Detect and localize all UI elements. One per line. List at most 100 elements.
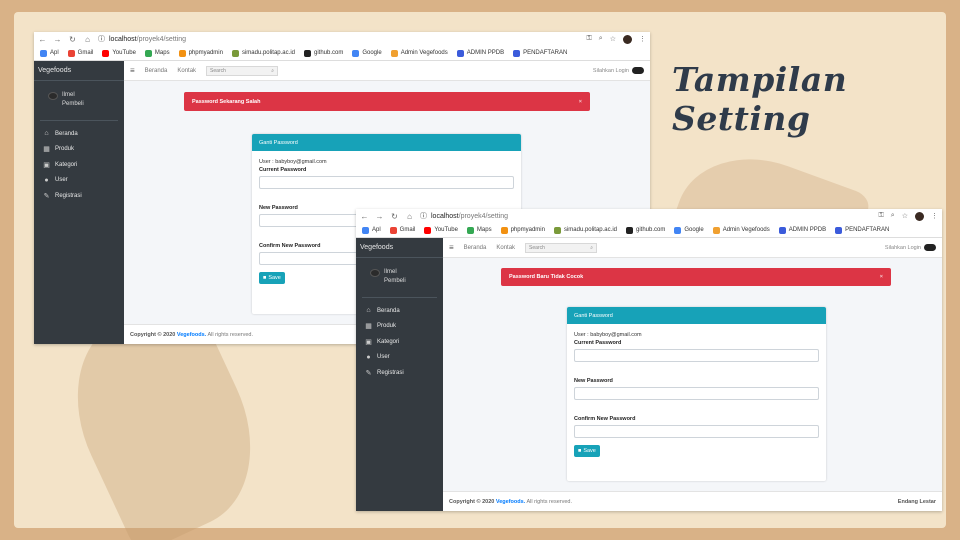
forward-arrow-icon[interactable]: →	[375, 212, 384, 221]
bookmark-label: simadu.politap.ac.id	[241, 50, 295, 56]
menu-dots-icon[interactable]: ⋮	[931, 212, 938, 220]
user-name[interactable]: Ilmel	[384, 268, 406, 277]
search-input[interactable]: Search ⌕	[525, 242, 598, 253]
search-icon[interactable]: ⌕	[271, 68, 274, 74]
bookmark-label: github.com	[313, 50, 344, 56]
sidebar-item-user[interactable]: ● User	[34, 173, 124, 189]
sidebar-item-registrasi[interactable]: ✎ Registrasi	[34, 188, 124, 204]
login-link[interactable]: Silahkan Login	[593, 67, 644, 74]
calendar-icon: ▦	[43, 146, 50, 154]
bookmark-item[interactable]: phpmyadmin	[500, 226, 545, 234]
bookmark-item[interactable]: Maps	[144, 49, 170, 57]
star-icon[interactable]: ☆	[610, 35, 616, 43]
login-link[interactable]: Silahkan Login	[885, 244, 936, 251]
bookmark-item[interactable]: simadu.politap.ac.id	[231, 49, 295, 57]
bookmark-item[interactable]: github.com	[625, 226, 666, 234]
hamburger-icon[interactable]: ≡	[449, 243, 454, 252]
bookmark-item[interactable]: Apl	[362, 226, 381, 234]
github-icon	[625, 226, 633, 234]
profile-avatar[interactable]	[915, 211, 924, 221]
current-password-input[interactable]	[574, 349, 819, 362]
current-password-input[interactable]	[259, 176, 514, 189]
hamburger-icon[interactable]: ≡	[130, 66, 135, 75]
back-arrow-icon[interactable]: ←	[38, 35, 47, 44]
zoom-icon[interactable]: ⌕	[891, 212, 895, 220]
new-password-input[interactable]	[574, 387, 819, 400]
bookmark-item[interactable]: Gmail	[389, 226, 415, 234]
star-icon[interactable]: ☆	[902, 212, 908, 220]
close-icon[interactable]: ×	[579, 99, 582, 105]
sidebar-item-produk[interactable]: ▦ Produk	[34, 142, 124, 158]
key-icon[interactable]: ⚿	[586, 35, 591, 43]
nav-link-home[interactable]: Beranda	[464, 245, 487, 251]
sidebar-item-beranda[interactable]: ⌂ Beranda	[356, 303, 443, 319]
bookmark-item[interactable]: phpmyadmin	[178, 49, 223, 57]
home-icon: ⌂	[366, 307, 371, 315]
bookmark-item[interactable]: github.com	[303, 49, 344, 57]
search-icon[interactable]: ⌕	[590, 245, 593, 251]
sidebar-item-kategori[interactable]: ▣ Kategori	[34, 157, 124, 173]
sidebar-item-label: Produk	[55, 146, 75, 153]
footer-brand-link[interactable]: Vegefoods.	[177, 332, 206, 338]
bookmark-label: github.com	[635, 227, 666, 233]
forward-arrow-icon[interactable]: →	[53, 35, 62, 44]
browser-toolbar: ← → ↻ ⌂ ⓘ localhost/proyek4/setting ⚿ ⌕ …	[356, 209, 942, 223]
sidebar-item-user[interactable]: ● User	[356, 350, 443, 366]
bookmark-item[interactable]: Admin Vegefoods	[712, 226, 770, 234]
user-panel: Ilmel Pembeli	[362, 258, 437, 298]
user-name[interactable]: Ilmel	[62, 91, 84, 100]
menu-dots-icon[interactable]: ⋮	[639, 35, 646, 43]
bookmark-item[interactable]: Google	[674, 226, 704, 234]
bookmark-item[interactable]: Gmail	[67, 49, 93, 57]
reload-icon[interactable]: ↻	[68, 35, 77, 44]
user-email: User : babyboy@gmail.com	[259, 159, 327, 165]
nav-link-contact[interactable]: Kontak	[496, 245, 515, 251]
home-browser-icon[interactable]: ⌂	[83, 35, 92, 44]
sidebar-item-produk[interactable]: ▦ Produk	[356, 319, 443, 335]
bookmark-item[interactable]: YouTube	[424, 226, 458, 234]
nav-link-home[interactable]: Beranda	[145, 68, 168, 74]
top-navbar: ≡ Beranda Kontak Search ⌕ Silahkan Login	[124, 61, 650, 81]
sidebar-brand[interactable]: Vegefoods	[34, 61, 124, 81]
bookmark-item[interactable]: Apl	[40, 49, 59, 57]
slide-title: Tampilan Setting	[672, 60, 848, 138]
bookmarks-bar: Apl Gmail YouTube Maps phpmyadmin simadu.poli…	[34, 46, 650, 61]
profile-avatar[interactable]	[623, 34, 632, 44]
address-bar[interactable]: ⓘ localhost/proyek4/setting	[420, 211, 872, 221]
sidebar-item-registrasi[interactable]: ✎ Registrasi	[356, 365, 443, 381]
bookmark-label: Maps	[154, 50, 170, 56]
confirm-password-input[interactable]	[574, 425, 819, 438]
bookmark-item[interactable]: YouTube	[102, 49, 136, 57]
bookmark-label: Google	[362, 50, 382, 56]
maps-pin-icon	[466, 226, 474, 234]
zoom-icon[interactable]: ⌕	[599, 35, 603, 43]
sidebar-item-kategori[interactable]: ▣ Kategori	[356, 334, 443, 350]
nav-link-contact[interactable]: Kontak	[177, 68, 196, 74]
bookmark-label: YouTube	[434, 227, 458, 233]
footer-brand-link[interactable]: Vegefoods.	[496, 499, 525, 505]
close-icon[interactable]: ×	[880, 274, 883, 280]
bookmark-label: Apl	[50, 50, 59, 56]
back-arrow-icon[interactable]: ←	[360, 212, 369, 221]
footer-rights: All rights reserved.	[526, 498, 572, 505]
card-title: Ganti Password	[252, 134, 521, 151]
bookmark-item[interactable]: simadu.politap.ac.id	[553, 226, 617, 234]
bookmark-item[interactable]: Google	[352, 49, 382, 57]
bookmark-label: ADMIN PPDB	[466, 50, 505, 56]
bookmark-item[interactable]: Admin Vegefoods	[390, 49, 448, 57]
bookmark-item[interactable]: PENDAFTARAN	[513, 49, 567, 57]
bookmark-item[interactable]: ADMIN PPDB	[778, 226, 826, 234]
address-bar[interactable]: ⓘ localhost/proyek4/setting	[98, 34, 580, 44]
bookmark-label: Admin Vegefoods	[722, 227, 770, 233]
bookmark-item[interactable]: Maps	[466, 226, 492, 234]
sidebar-item-beranda[interactable]: ⌂ Beranda	[34, 126, 124, 142]
sidebar-brand[interactable]: Vegefoods	[356, 238, 443, 258]
bookmark-item[interactable]: ADMIN PPDB	[456, 49, 505, 57]
key-icon[interactable]: ⚿	[878, 212, 883, 220]
home-browser-icon[interactable]: ⌂	[405, 212, 414, 221]
save-button[interactable]: ■ Save	[574, 445, 600, 457]
search-input[interactable]: Search ⌕	[206, 65, 279, 76]
save-button[interactable]: ■ Save	[259, 272, 285, 284]
reload-icon[interactable]: ↻	[390, 212, 399, 221]
bookmark-item[interactable]: PENDAFTARAN	[835, 226, 889, 234]
